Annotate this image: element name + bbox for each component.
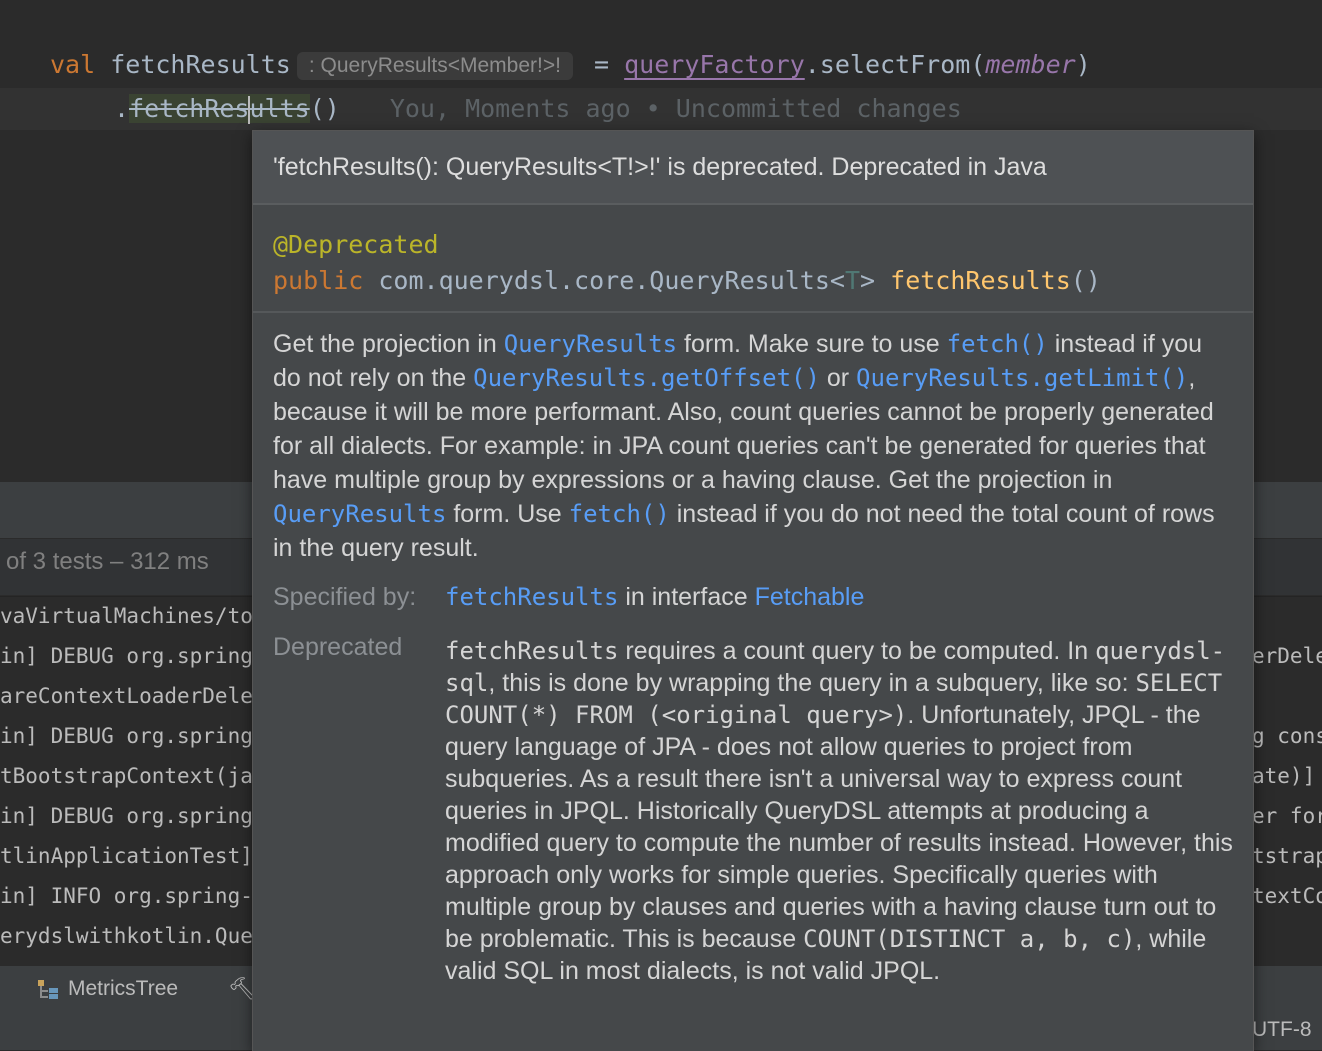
desc-text: form. Use	[446, 500, 569, 528]
test-summary-text: of 3 tests – 312 ms	[6, 548, 209, 575]
console-line-right: ate)]	[1252, 764, 1316, 788]
query-results-link[interactable]: QueryResults	[504, 330, 677, 358]
method-description: Get the projection in QueryResults form.…	[273, 327, 1233, 565]
method-part-a: fetchRes	[129, 94, 250, 123]
doc-tags: Specified by: fetchResults in interface …	[273, 575, 1233, 987]
console-line: areContextLoaderDele	[0, 684, 253, 708]
return-type: com.querydsl.core.QueryResults<	[378, 266, 845, 295]
val-keyword: val	[50, 50, 96, 79]
metrics-tree-tab[interactable]: MetricsTree	[36, 974, 178, 1004]
file-encoding[interactable]: UTF-8	[1252, 1018, 1312, 1042]
query-factory-reference[interactable]: queryFactory	[624, 50, 805, 79]
get-limit-link[interactable]: QueryResults.getLimit()	[856, 364, 1188, 392]
deprecated-annotation: @Deprecated	[273, 230, 439, 259]
member-argument[interactable]: member	[985, 50, 1075, 79]
select-from-call[interactable]: .selectFrom(	[805, 50, 986, 79]
deprecated-label: Deprecated	[273, 633, 403, 661]
code-line-1[interactable]: val fetchResults: QueryResults<Member!>!…	[50, 45, 1091, 85]
specified-by-value: fetchResults in interface Fetchable	[445, 575, 1233, 619]
deprecated-explanation: fetchResults requires a count query to b…	[445, 627, 1233, 987]
quick-documentation-popup[interactable]: 'fetchResults(): QueryResults<T!>!' is d…	[252, 130, 1254, 1051]
fetch-results-link[interactable]: fetchResults	[445, 583, 618, 611]
console-line-right: er for	[1252, 804, 1322, 828]
generic-close: >	[860, 266, 876, 295]
desc-text: or	[819, 364, 857, 392]
inline-code: COUNT(DISTINCT a, b, c)	[803, 925, 1136, 953]
console-line: tBootstrapContext(ja	[0, 764, 253, 788]
specified-by-text: in interface	[618, 583, 755, 611]
deprecation-warning-header: 'fetchResults(): QueryResults<T!>!' is d…	[253, 131, 1253, 205]
call-parens: ()	[309, 94, 340, 123]
specified-by-label: Specified by:	[273, 583, 417, 611]
documentation-body: Get the projection in QueryResults form.…	[253, 313, 1253, 987]
specified-by-row: Specified by: fetchResults in interface …	[273, 575, 1233, 619]
type-inlay-hint: : QueryResults<Member!>!	[296, 52, 573, 80]
dep-text: , this is done by wrapping the query in …	[488, 669, 1136, 697]
code-line-2-current[interactable]: .fetchResults() You, Moments ago • Uncomm…	[0, 88, 1322, 130]
generic-parameter: T	[844, 266, 861, 295]
console-line: in] DEBUG org.spring	[0, 644, 253, 668]
deprecated-row: Deprecated fetchResults requires a count…	[273, 627, 1233, 987]
console-line: in] DEBUG org.spring	[0, 724, 253, 748]
console-line-right: erDele	[1252, 644, 1322, 668]
git-blame-annotation[interactable]: You, Moments ago • Uncommitted changes	[390, 94, 962, 123]
query-results-link[interactable]: QueryResults	[273, 500, 446, 528]
console-line: in] DEBUG org.spring	[0, 804, 253, 828]
method-name: fetchResults	[890, 266, 1071, 295]
build-hammer-icon[interactable]: 🔨︎	[228, 976, 256, 1002]
metrics-tree-label: MetricsTree	[68, 977, 179, 1000]
fetch-link[interactable]: fetch()	[569, 500, 670, 528]
console-line-right: tstrap	[1252, 844, 1322, 868]
console-line-right: g cons	[1252, 724, 1322, 748]
assign-operator: =	[594, 50, 610, 79]
close-paren: )	[1075, 50, 1091, 79]
console-line-right: textCo	[1252, 884, 1322, 908]
desc-text: Get the projection in	[273, 330, 504, 358]
inline-code: fetchResults	[445, 637, 619, 665]
console-line: vaVirtualMachines/to	[0, 604, 253, 628]
dep-text: requires a count query to be computed. I…	[618, 637, 1096, 665]
method-parens: ()	[1070, 266, 1101, 295]
method-signature: @Deprecated public com.querydsl.core.Que…	[253, 205, 1253, 313]
dep-text: . Unfortunately, JPQL - the query langua…	[445, 701, 1233, 953]
console-line: in] INFO org.spring-	[0, 884, 253, 908]
desc-text: form. Make sure to use	[677, 330, 947, 358]
method-part-b: ults	[249, 94, 310, 123]
deprecated-fetch-results-call[interactable]: fetchResults	[129, 94, 310, 124]
dot-operator: .	[114, 94, 130, 123]
public-modifier: public	[273, 266, 364, 295]
fetch-link[interactable]: fetch()	[947, 330, 1048, 358]
console-line: erydslwithkotlin.Que	[0, 924, 253, 948]
console-line: tlinApplicationTest]	[0, 844, 253, 868]
variable-name[interactable]: fetchResults	[110, 50, 291, 79]
fetchable-interface-link[interactable]: Fetchable	[755, 583, 865, 611]
metrics-tree-icon	[36, 978, 60, 1000]
get-offset-link[interactable]: QueryResults.getOffset()	[473, 364, 820, 392]
